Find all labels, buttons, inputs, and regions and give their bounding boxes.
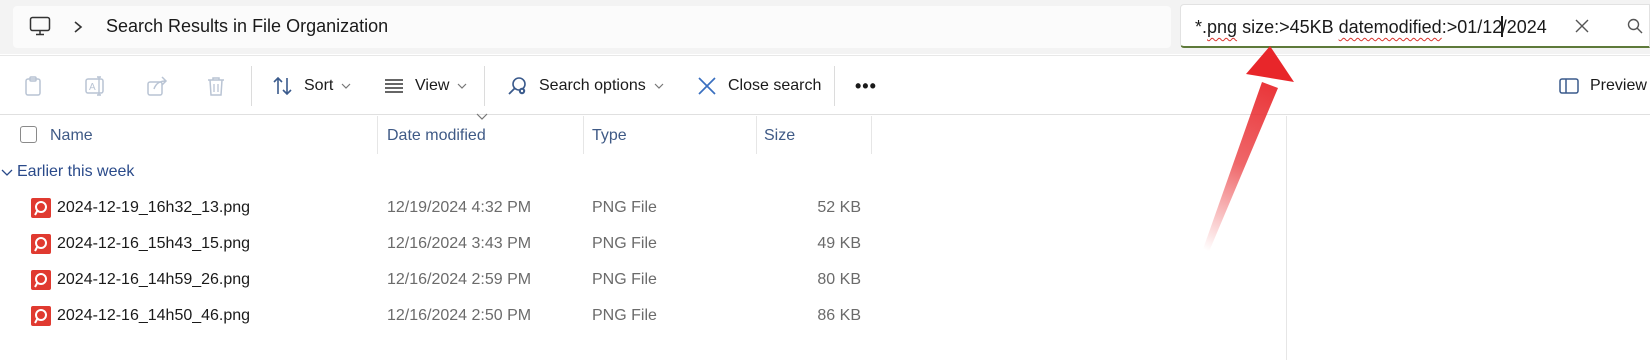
delete-button[interactable] [206,56,226,116]
search-options-label: Search options [539,77,646,94]
more-icon: ••• [855,75,877,96]
close-search-button[interactable]: Close search [696,56,821,116]
sort-button[interactable]: Sort [272,56,351,116]
share-icon [147,76,168,96]
close-search-label: Close search [728,77,822,94]
breadcrumb-chevron-icon[interactable] [70,17,86,37]
address-bar[interactable]: Search Results in File Organization [13,6,1171,48]
png-file-icon [31,306,51,326]
view-button[interactable]: View [383,56,467,116]
address-row: Search Results in File Organization *.pn… [0,0,1650,54]
clipboard-icon [25,76,41,96]
toolbar-divider [251,66,252,106]
preview-label: Preview [1590,77,1647,94]
search-box[interactable]: *.png size:>45KB datemodified:>01/12/202… [1180,4,1650,48]
search-icon[interactable] [1626,17,1644,35]
breadcrumb-current[interactable]: Search Results in File Organization [106,16,388,37]
column-header-name[interactable]: Name [50,116,93,156]
this-pc-icon[interactable] [28,14,52,38]
sort-icon [273,76,292,96]
file-name[interactable]: 2024-12-19_16h32_13.png [57,199,250,217]
search-options-button[interactable]: Search options [507,56,664,116]
rename-icon: A [85,76,104,96]
file-name[interactable]: 2024-12-16_14h59_26.png [57,271,250,289]
more-options-button[interactable]: ••• [855,56,877,116]
file-row[interactable]: 2024-12-19_16h32_13.png 12/19/2024 4:32 … [0,191,1286,227]
search-input[interactable]: *.png size:>45KB datemodified:>01/12/202… [1195,16,1547,38]
png-file-icon [31,198,51,218]
view-label: View [415,77,450,94]
chevron-down-icon [457,83,467,89]
toolbar-divider [834,66,835,106]
column-divider[interactable] [871,116,872,154]
column-divider[interactable] [583,116,584,154]
file-date-modified: 12/16/2024 2:59 PM [387,271,532,288]
file-type: PNG File [592,307,657,324]
command-bar: A Sort View Search options Close search … [0,55,1650,115]
file-size: 49 KB [817,235,861,252]
sort-label: Sort [304,77,334,94]
chevron-down-icon [654,83,664,89]
paste-button[interactable] [22,56,44,116]
group-collapse-chevron-icon[interactable] [0,166,14,180]
file-size: 86 KB [817,307,861,324]
select-all-checkbox[interactable] [20,126,37,143]
file-type: PNG File [592,271,657,288]
file-name[interactable]: 2024-12-16_14h50_46.png [57,307,250,325]
preview-button[interactable]: Preview [1558,56,1647,116]
column-header-size[interactable]: Size [764,116,795,156]
file-size: 80 KB [817,271,861,288]
group-header-earlier-this-week[interactable]: Earlier this week [17,163,134,181]
column-divider[interactable] [756,116,757,154]
toolbar-divider [484,66,485,106]
rename-button[interactable]: A [84,56,108,116]
trash-icon [208,77,224,96]
svg-text:A: A [89,82,96,93]
search-options-icon [508,77,526,95]
file-date-modified: 12/16/2024 2:50 PM [387,307,532,324]
file-row[interactable]: 2024-12-16_14h50_46.png 12/16/2024 2:50 … [0,299,1286,335]
details-pane-divider [1286,116,1287,360]
close-icon [698,77,716,95]
file-row[interactable]: 2024-12-16_15h43_15.png 12/16/2024 3:43 … [0,227,1286,263]
png-file-icon [31,270,51,290]
file-type: PNG File [592,235,657,252]
file-date-modified: 12/16/2024 3:43 PM [387,235,532,252]
column-header-date-modified[interactable]: Date modified [387,116,486,156]
column-header-type[interactable]: Type [592,116,627,156]
file-size: 52 KB [817,199,861,216]
file-name[interactable]: 2024-12-16_15h43_15.png [57,235,250,253]
png-file-icon [31,234,51,254]
file-row[interactable]: 2024-12-16_14h59_26.png 12/16/2024 2:59 … [0,263,1286,299]
share-button[interactable] [146,56,168,116]
view-list-icon [385,79,403,93]
chevron-down-icon [341,83,351,89]
preview-pane-icon [1559,78,1579,94]
file-date-modified: 12/19/2024 4:32 PM [387,199,532,216]
column-divider[interactable] [377,116,378,154]
clear-search-icon[interactable] [1573,17,1591,35]
file-type: PNG File [592,199,657,216]
